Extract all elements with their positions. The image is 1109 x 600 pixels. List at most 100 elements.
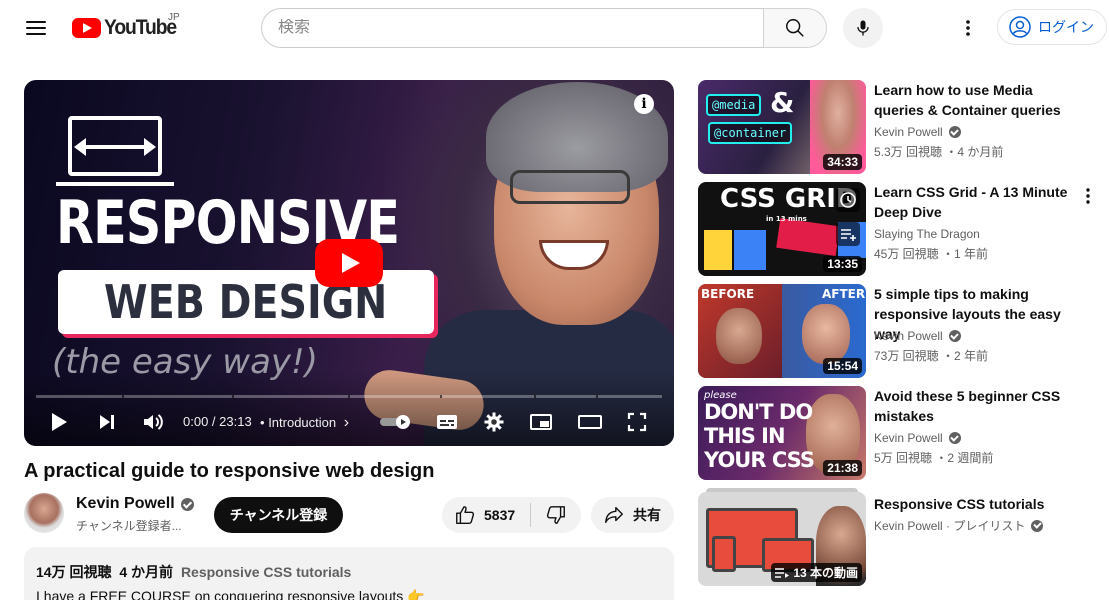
login-button[interactable]: ログイン — [997, 9, 1107, 45]
fullscreen-button[interactable] — [624, 410, 650, 434]
search-box[interactable] — [261, 8, 764, 48]
recommended-video[interactable]: CSS GRID in 13 mins 13:35 Learn CSS Grid… — [698, 182, 1098, 276]
video-title: A practical guide to responsive web desi… — [24, 460, 435, 482]
like-button[interactable]: 5837 — [442, 497, 530, 533]
progress-bar[interactable] — [36, 395, 662, 398]
microphone-icon — [857, 20, 869, 36]
volume-button[interactable] — [140, 410, 166, 434]
play-button[interactable] — [46, 410, 72, 434]
like-count: 5837 — [484, 507, 516, 523]
thumbnail-block — [734, 230, 766, 270]
playlist-tag-link[interactable]: Responsive CSS tutorials — [181, 564, 351, 580]
volume-icon — [144, 414, 163, 430]
recommended-video[interactable]: BEFORE AFTER 15:54 5 simple tips to maki… — [698, 284, 1098, 378]
channel-name: Slaying The Dragon — [874, 227, 980, 241]
masthead: YouTube JP ログイン — [0, 0, 1109, 56]
subscribe-button[interactable]: チャンネル登録 — [214, 497, 343, 533]
autoplay-toggle[interactable] — [378, 410, 414, 434]
more-vert-icon[interactable] — [1078, 184, 1098, 208]
recommended-channel[interactable]: Kevin Powell — [874, 329, 961, 343]
upload-age: 4 か月前 — [119, 564, 174, 580]
verified-check-icon — [948, 330, 961, 342]
video-thumbnail[interactable]: please DON'T DO THIS IN YOUR CSS 21:38 — [698, 386, 866, 480]
settings-menu-button[interactable] — [952, 12, 984, 44]
verified-check-icon — [180, 497, 194, 511]
channel-name: Kevin Powell · プレイリスト — [874, 519, 1026, 533]
thumbnail-text: AFTER — [822, 287, 866, 301]
voice-search-button[interactable] — [843, 8, 883, 48]
thumbnail-text: DON'T DO — [704, 400, 813, 424]
description-text: I have a FREE COURSE on conquering respo… — [36, 588, 425, 600]
recommended-channel[interactable]: Kevin Powell · プレイリスト — [874, 517, 1044, 534]
recommended-title[interactable]: Learn CSS Grid - A 13 Minute Deep Dive — [874, 182, 1084, 222]
channel-avatar[interactable] — [24, 493, 64, 533]
recommended-title[interactable]: Avoid these 5 beginner CSS mistakes — [874, 386, 1084, 426]
recommended-playlist[interactable]: 13 本の動画 Responsive CSS tutorials Kevin P… — [698, 488, 1098, 586]
search-icon — [786, 19, 804, 37]
youtube-logo[interactable]: YouTube — [72, 15, 182, 41]
thumbnail-text: @container — [708, 122, 793, 144]
add-to-queue-icon[interactable] — [836, 222, 860, 246]
more-vert-icon — [966, 20, 970, 36]
like-dislike-group: 5837 — [442, 497, 581, 533]
duration-badge: 21:38 — [823, 460, 862, 476]
recommended-channel[interactable]: Slaying The Dragon — [874, 227, 980, 241]
recommended-stats: 5万 回視聴 ・2 週間前 — [874, 451, 994, 465]
duration-badge: 34:33 — [823, 154, 862, 170]
thumbnail-block — [776, 217, 840, 257]
playlist-thumbnail[interactable]: 13 本の動画 — [698, 492, 866, 586]
chapter-button[interactable]: • Introduction › — [260, 414, 349, 432]
video-thumbnail[interactable]: @media & @container 34:33 — [698, 80, 866, 174]
info-icon[interactable]: i — [634, 94, 654, 114]
menu-icon[interactable] — [24, 17, 48, 39]
theater-mode-icon — [578, 415, 602, 429]
chevron-right-icon: › — [343, 414, 350, 431]
region-code: JP — [168, 12, 180, 23]
verified-check-icon — [1031, 519, 1044, 532]
fullscreen-icon — [627, 412, 647, 432]
miniplayer-button[interactable] — [528, 410, 554, 434]
next-button[interactable] — [94, 410, 120, 434]
recommended-title[interactable]: Responsive CSS tutorials — [874, 494, 1084, 514]
laptop-resize-icon — [56, 116, 174, 186]
description-box[interactable]: 14万 回視聴 4 か月前 Responsive CSS tutorials I… — [24, 547, 674, 600]
recommended-video[interactable]: @media & @container 34:33 Learn how to u… — [698, 80, 1098, 174]
subscriber-count: チャンネル登録者... — [76, 519, 182, 533]
login-label: ログイン — [1038, 19, 1094, 35]
duration-badge: 15:54 — [823, 358, 862, 374]
chapter-separator: • — [260, 415, 265, 430]
controls-gradient — [24, 370, 674, 446]
miniplayer-icon — [530, 414, 552, 430]
recommended-channel[interactable]: Kevin Powell — [874, 431, 961, 445]
playlist-count-badge: 13 本の動画 — [771, 563, 862, 582]
thumbnail-text: in 13 mins — [766, 215, 807, 223]
duration-badge: 13:35 — [823, 256, 862, 272]
thumb-down-icon — [546, 506, 565, 524]
video-thumbnail[interactable]: BEFORE AFTER 15:54 — [698, 284, 866, 378]
recommended-title[interactable]: Learn how to use Media queries & Contain… — [874, 80, 1084, 120]
subtitles-button[interactable] — [434, 410, 460, 434]
thumbnail-text: YOUR CSS — [704, 448, 815, 472]
video-thumbnail[interactable]: CSS GRID in 13 mins 13:35 — [698, 182, 866, 276]
large-play-button[interactable] — [315, 239, 383, 287]
search-button[interactable] — [763, 8, 827, 48]
watch-later-icon[interactable] — [836, 188, 860, 212]
channel-name-link[interactable]: Kevin Powell — [76, 495, 194, 513]
channel-name: Kevin Powell — [76, 495, 175, 512]
dislike-button[interactable] — [531, 497, 581, 533]
settings-button[interactable] — [481, 410, 507, 434]
thumbnail-text: @media — [706, 94, 762, 116]
autoplay-toggle-icon — [380, 415, 410, 429]
thumb-up-icon — [456, 506, 475, 524]
theater-mode-button[interactable] — [576, 410, 604, 434]
playlist-icon — [775, 567, 790, 578]
playlist-count: 13 本の動画 — [793, 566, 858, 580]
video-player[interactable]: RESPONSIVE WEB DESIGN (the easy way!) i … — [24, 80, 674, 446]
share-button[interactable]: 共有 — [591, 497, 674, 533]
channel-name: Kevin Powell — [874, 329, 943, 343]
verified-check-icon — [948, 126, 961, 138]
search-input[interactable] — [278, 19, 764, 37]
channel-name: Kevin Powell — [874, 431, 943, 445]
recommended-video[interactable]: please DON'T DO THIS IN YOUR CSS 21:38 A… — [698, 386, 1098, 480]
recommended-channel[interactable]: Kevin Powell — [874, 125, 961, 139]
